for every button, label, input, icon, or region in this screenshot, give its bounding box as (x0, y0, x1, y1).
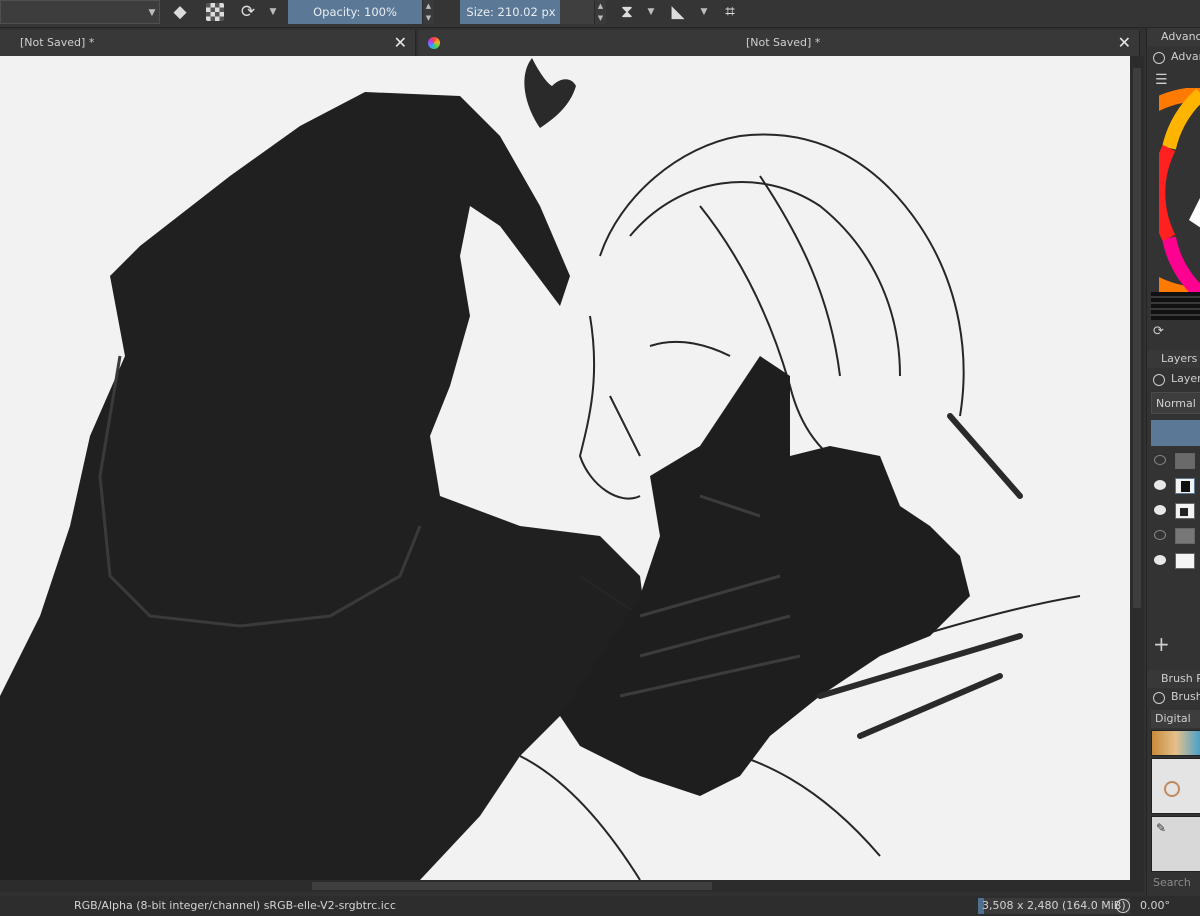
status-bar: RGB/Alpha (8-bit integer/channel) sRGB-e… (0, 896, 1200, 916)
tool-options-toolbar: ▼ ◆ ⟳ ▼ Opacity: 100% ▲ ▼ Size: 210.02 px… (0, 0, 1200, 28)
opacity-label: Opacity: 100% (313, 5, 397, 19)
drawing-canvas[interactable] (0, 56, 1130, 880)
layer-opacity-bar[interactable] (1151, 420, 1200, 446)
scrollbar-thumb[interactable] (1133, 68, 1141, 608)
blend-mode-select[interactable]: Normal (1151, 392, 1200, 414)
chevron-down-icon: ▼ (148, 8, 156, 18)
hidden-eye-icon[interactable] (1154, 530, 1166, 540)
brush-tag-value: Digital (1155, 712, 1191, 725)
krita-window: ▼ ◆ ⟳ ▼ Opacity: 100% ▲ ▼ Size: 210.02 px… (0, 0, 1200, 916)
eye-icon[interactable] (1154, 480, 1166, 490)
brush-tip-icon (1164, 781, 1180, 797)
brush-preset-combo[interactable]: ▼ (0, 0, 160, 24)
advanced-color-selector-title: Advanced (1147, 28, 1200, 46)
layer-row[interactable] (1147, 500, 1200, 522)
blend-mode-value: Normal (1156, 397, 1196, 410)
mirror-vertical-icon[interactable]: ◣ (666, 1, 690, 23)
lock-icon[interactable] (1153, 692, 1165, 704)
layer-thumbnail (1175, 478, 1195, 494)
refresh-icon[interactable]: ⟳ (1153, 324, 1164, 339)
close-icon[interactable]: ✕ (1118, 30, 1131, 56)
layer-thumbnail (1175, 503, 1195, 519)
brush-search-input[interactable]: Search (1153, 876, 1191, 889)
color-wheel-icon (428, 37, 440, 49)
size-slider[interactable]: Size: 210.02 px (460, 0, 594, 24)
eye-icon[interactable] (1154, 505, 1166, 515)
layer-row[interactable] (1147, 550, 1200, 572)
layer-row[interactable] (1147, 525, 1200, 547)
rotation-value[interactable]: 0.00° (1140, 896, 1170, 916)
layer-row[interactable] (1147, 450, 1200, 472)
opacity-spin[interactable]: ▲ ▼ (422, 0, 434, 24)
size-spin[interactable]: ▲ ▼ (594, 0, 606, 24)
chevron-down-icon[interactable]: ▼ (266, 0, 280, 24)
chevron-down-icon[interactable]: ▼ (644, 0, 658, 24)
layers-subtitle: Layers (1171, 372, 1200, 385)
horizontal-scrollbar[interactable] (0, 880, 1130, 892)
brush-preset[interactable]: ✎ (1151, 816, 1200, 872)
plus-icon[interactable]: + (1153, 632, 1170, 656)
tab-document-1[interactable]: [Not Saved] * ✕ (0, 30, 416, 56)
eraser-icon[interactable]: ◆ (168, 1, 192, 23)
dimensions-text: 3,508 x 2,480 (164.0 MiB) (982, 899, 1126, 912)
brush-subtitle: Brush (1171, 690, 1200, 703)
crop-icon[interactable]: ⌗ (718, 1, 742, 23)
color-history[interactable] (1151, 292, 1200, 320)
vertical-scrollbar[interactable] (1130, 56, 1144, 892)
right-docker: Advanced Advan ☰ ⟳ Layers Layers Normal (1146, 28, 1200, 896)
layer-thumbnail (1175, 453, 1195, 469)
size-slider-remainder (560, 0, 594, 24)
brush-preset[interactable] (1151, 758, 1200, 814)
alpha-lock-icon[interactable] (206, 3, 224, 21)
scrollbar-thumb[interactable] (312, 882, 712, 890)
eye-icon[interactable] (1154, 555, 1166, 565)
hidden-eye-icon[interactable] (1154, 455, 1166, 465)
brush-tag-select[interactable]: Digital (1151, 710, 1200, 728)
close-icon[interactable]: ✕ (394, 30, 407, 56)
artwork (0, 56, 1130, 880)
layers-title: Layers (1147, 350, 1200, 368)
document-tab-bar: [Not Saved] * ✕ [Not Saved] * ✕ (0, 30, 1140, 56)
tab-label: [Not Saved] * (746, 36, 821, 49)
chevron-down-icon[interactable]: ▼ (697, 0, 711, 24)
mirror-horizontal-icon[interactable]: ⧗ (615, 1, 639, 23)
list-icon[interactable]: ☰ (1155, 72, 1168, 88)
layer-thumbnail (1175, 528, 1195, 544)
image-size-info[interactable]: 3,508 x 2,480 (164.0 MiB) (978, 898, 1130, 914)
pencil-icon: ✎ (1156, 821, 1167, 835)
tab-document-2[interactable]: [Not Saved] * ✕ (418, 30, 1140, 56)
layer-row-selected[interactable] (1147, 475, 1200, 497)
color-wheel[interactable] (1159, 88, 1200, 298)
color-section-subtitle: Advan (1171, 50, 1200, 63)
reload-icon[interactable]: ⟳ (236, 1, 260, 23)
brush-preset[interactable] (1151, 730, 1200, 756)
opacity-slider[interactable]: Opacity: 100% (288, 0, 422, 24)
size-label: Size: 210.02 px (466, 5, 556, 19)
layer-thumbnail (1175, 553, 1195, 569)
brush-presets-title: Brush Pr (1147, 670, 1200, 688)
rotation-icon[interactable] (1116, 899, 1130, 913)
color-space-info: RGB/Alpha (8-bit integer/channel) sRGB-e… (74, 899, 396, 912)
tab-label: [Not Saved] * (20, 36, 95, 49)
lock-icon[interactable] (1153, 374, 1165, 386)
lock-icon[interactable] (1153, 52, 1165, 64)
